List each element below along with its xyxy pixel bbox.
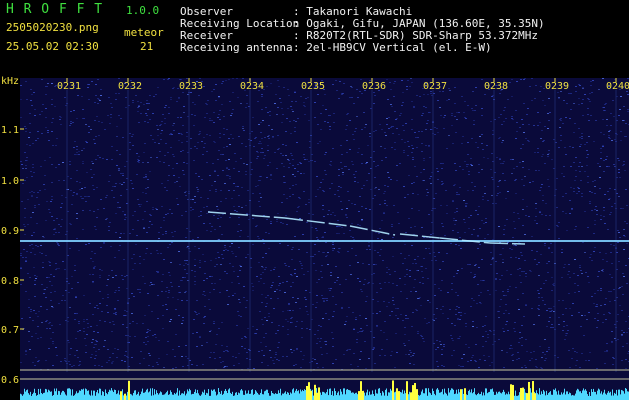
signal-peak (358, 391, 360, 400)
time-tick-label: 0232 (118, 81, 142, 92)
info-value-antenna: : 2el-HB9CV Vertical (el. E-W) (293, 41, 492, 54)
time-tick-label: 0233 (179, 81, 203, 92)
signal-peak (416, 389, 418, 400)
time-tick-label: 0237 (423, 81, 447, 92)
time-tick-label: 0240 (606, 81, 629, 92)
app-version: 1.0.0 (126, 4, 160, 17)
time-tick-label: 0239 (545, 81, 569, 92)
y-tick-label: 0.7 (1, 325, 19, 336)
signal-peak (406, 381, 408, 400)
signal-peak (316, 392, 318, 400)
meteor-trail-segment (489, 242, 526, 245)
signal-peak (318, 387, 320, 400)
signal-peak (124, 393, 126, 400)
info-label-antenna: Receiving antenna (180, 41, 293, 54)
y-tick-label: 0.6 (1, 375, 19, 386)
time-tick-label: 0238 (484, 81, 508, 92)
signal-peak (396, 388, 398, 400)
y-unit-label: kHz (1, 76, 19, 87)
signal-peak (392, 380, 394, 400)
signal-peak (534, 393, 536, 400)
signal-peak (512, 384, 514, 400)
signal-peak (314, 384, 316, 400)
noise-layer (20, 78, 629, 370)
header-panel: H R O F F T 1.0.0 2505020230.png meteor … (0, 0, 629, 75)
signal-peak (510, 384, 512, 400)
signal-peak (460, 389, 462, 400)
y-tick-label: 0.9 (1, 226, 19, 237)
meteor-count: 21 (140, 40, 154, 53)
file-name: 2505020230.png (6, 21, 99, 34)
signal-peak (526, 393, 528, 400)
signal-level-bars (20, 380, 629, 400)
meteor-trail-segment (284, 217, 351, 227)
signal-peak (410, 392, 412, 400)
signal-peak (532, 381, 534, 400)
signal-peak (360, 381, 362, 400)
date-time: 25.05.02 02:30 (6, 40, 99, 53)
spectrogram: 0231 0232 0233 0234 0235 0236 0237 0238 0239 0240 (20, 78, 629, 400)
meteor-trail-segment (399, 233, 441, 239)
time-tick-label: 0236 (362, 81, 386, 92)
y-tick-label: 1.1 (1, 125, 19, 136)
y-tick-label: 0.8 (1, 276, 19, 287)
signal-peak (362, 390, 364, 400)
time-tick-label: 0234 (240, 81, 264, 92)
y-tick-label: 1.0 (1, 176, 19, 187)
signal-peak (120, 391, 122, 400)
signal-peak (414, 383, 416, 400)
spectrogram-canvas: 0231 0232 0233 0234 0235 0236 0237 0238 0239 0240 (20, 78, 629, 400)
signal-peak (398, 391, 400, 400)
signal-peak (306, 385, 308, 400)
signal-peak (528, 381, 530, 400)
meteor-trail (207, 211, 526, 245)
signal-peak (308, 382, 310, 400)
signal-peak (464, 388, 466, 400)
signal-peak (310, 390, 312, 400)
meteor-label: meteor (124, 26, 164, 39)
signal-peak (412, 385, 414, 400)
app-title: H R O F F T (6, 2, 104, 17)
time-tick-label: 0231 (57, 81, 81, 92)
signal-peak (520, 387, 522, 400)
signal-peak (522, 387, 524, 400)
signal-peak (128, 380, 130, 400)
time-tick-label: 0235 (301, 81, 325, 92)
